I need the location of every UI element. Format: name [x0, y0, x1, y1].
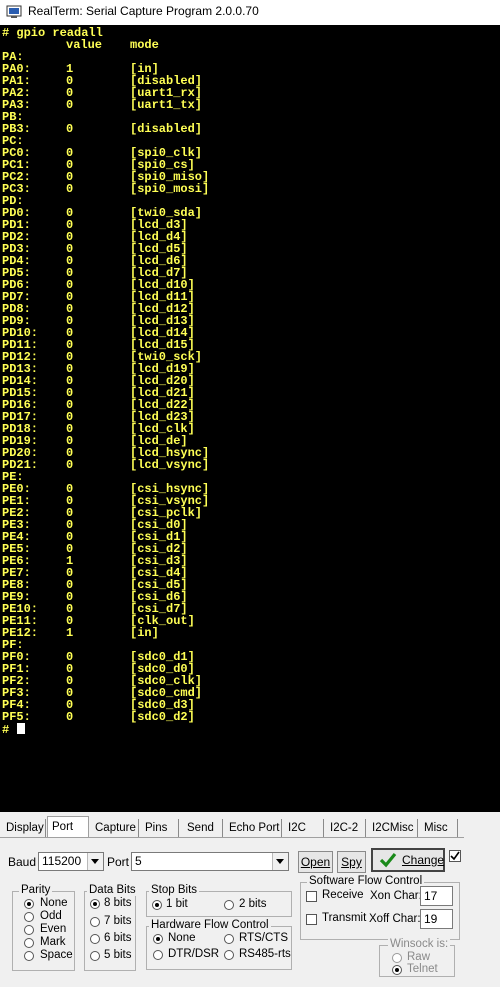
- data-bits-6-radio[interactable]: [90, 934, 100, 944]
- hw-flow-none-radio[interactable]: [153, 934, 163, 944]
- winsock-raw-radio[interactable]: [392, 953, 402, 963]
- change-button[interactable]: Change: [371, 848, 445, 872]
- title-bar: RealTerm: Serial Capture Program 2.0.0.7…: [0, 0, 500, 26]
- stop-bits-1-radio[interactable]: [152, 900, 162, 910]
- pin-value: 0: [66, 122, 74, 136]
- receive-checkbox[interactable]: [306, 891, 317, 902]
- pin-mode: [uart1_tx]: [130, 98, 203, 112]
- tab-i2c-2[interactable]: I2C-2: [326, 819, 366, 837]
- prompt: #: [2, 723, 10, 737]
- tab-strip: Display Port Capture Pins Send Echo Port…: [0, 816, 500, 838]
- port-label: Port: [107, 855, 130, 869]
- pin-name: PF5:: [2, 710, 31, 724]
- transmit-checkbox[interactable]: [306, 914, 317, 925]
- terminal-prompt-line: #: [2, 723, 26, 737]
- parity-odd-radio[interactable]: [24, 912, 34, 922]
- pin-value: 0: [66, 710, 74, 724]
- tab-underline: [0, 837, 464, 838]
- data-bits-5-radio[interactable]: [90, 951, 100, 961]
- checkmark-icon: [379, 852, 397, 868]
- baud-label: Baud: [8, 855, 37, 869]
- parity-even-radio[interactable]: [24, 925, 34, 935]
- tab-misc[interactable]: Misc: [420, 819, 458, 837]
- terminal-line: # gpio readall: [2, 27, 103, 39]
- data-bits-7-radio[interactable]: [90, 917, 100, 927]
- pin-mode: [disabled]: [130, 122, 203, 136]
- terminal-display[interactable]: # gpio readall value mode PA: PA0: 1 [in] PA1: 0…: [0, 25, 500, 812]
- pin-mode: [sdc0_d2]: [130, 710, 195, 724]
- port-select[interactable]: 5: [131, 852, 289, 871]
- tab-capture[interactable]: Capture: [91, 819, 139, 837]
- window-title: RealTerm: Serial Capture Program 2.0.0.7…: [28, 4, 259, 18]
- pin-value: 0: [66, 182, 74, 196]
- spy-button[interactable]: Spy: [337, 851, 366, 873]
- pin-mode: [in]: [130, 626, 159, 640]
- pin-value: 0: [66, 458, 74, 472]
- pin-value: 1: [66, 626, 74, 640]
- tab-echo-port[interactable]: Echo Port: [225, 819, 282, 837]
- tab-pins[interactable]: Pins: [141, 819, 179, 837]
- terminal-output: # gpio readall value mode PA: PA0: 1 [in] PA1: 0…: [2, 27, 209, 737]
- pin-mode: mode: [130, 38, 159, 52]
- tab-send[interactable]: Send: [183, 819, 223, 837]
- hw-flow-dtrdsr-radio[interactable]: [153, 950, 163, 960]
- tab-i2cmisc[interactable]: I2CMisc: [368, 819, 418, 837]
- xon-char-input[interactable]: 17: [420, 886, 453, 906]
- xoff-char-input[interactable]: 19: [420, 909, 453, 929]
- change-checkbox[interactable]: [449, 850, 461, 862]
- open-button[interactable]: Open: [298, 851, 333, 873]
- realterm-app-icon: [6, 5, 22, 18]
- winsock-telnet-radio[interactable]: [392, 965, 402, 975]
- parity-mark-radio[interactable]: [24, 938, 34, 948]
- chevron-down-icon: [87, 853, 103, 870]
- parity-space-radio[interactable]: [24, 951, 34, 961]
- pin-mode: [spi0_mosi]: [130, 182, 210, 196]
- chevron-down-icon: [272, 853, 288, 870]
- terminal-line: PF5: 0 [sdc0_d2]: [2, 711, 195, 723]
- tab-i2c[interactable]: I2C: [284, 819, 324, 837]
- tab-display[interactable]: Display: [2, 819, 46, 837]
- settings-panel: Display Port Capture Pins Send Echo Port…: [0, 812, 500, 987]
- check-icon: [450, 851, 460, 861]
- tab-port[interactable]: Port: [47, 816, 89, 838]
- hw-flow-rs485-radio[interactable]: [224, 950, 234, 960]
- data-bits-8-radio[interactable]: [90, 899, 100, 909]
- stop-bits-2-radio[interactable]: [224, 900, 234, 910]
- text-cursor: [17, 723, 26, 734]
- hw-flow-rtscts-radio[interactable]: [224, 934, 234, 944]
- pin-value: 0: [66, 98, 74, 112]
- parity-none-radio[interactable]: [24, 899, 34, 909]
- pin-value: value: [66, 38, 103, 52]
- pin-mode: [lcd_vsync]: [130, 458, 210, 472]
- baud-select[interactable]: 115200: [38, 852, 104, 871]
